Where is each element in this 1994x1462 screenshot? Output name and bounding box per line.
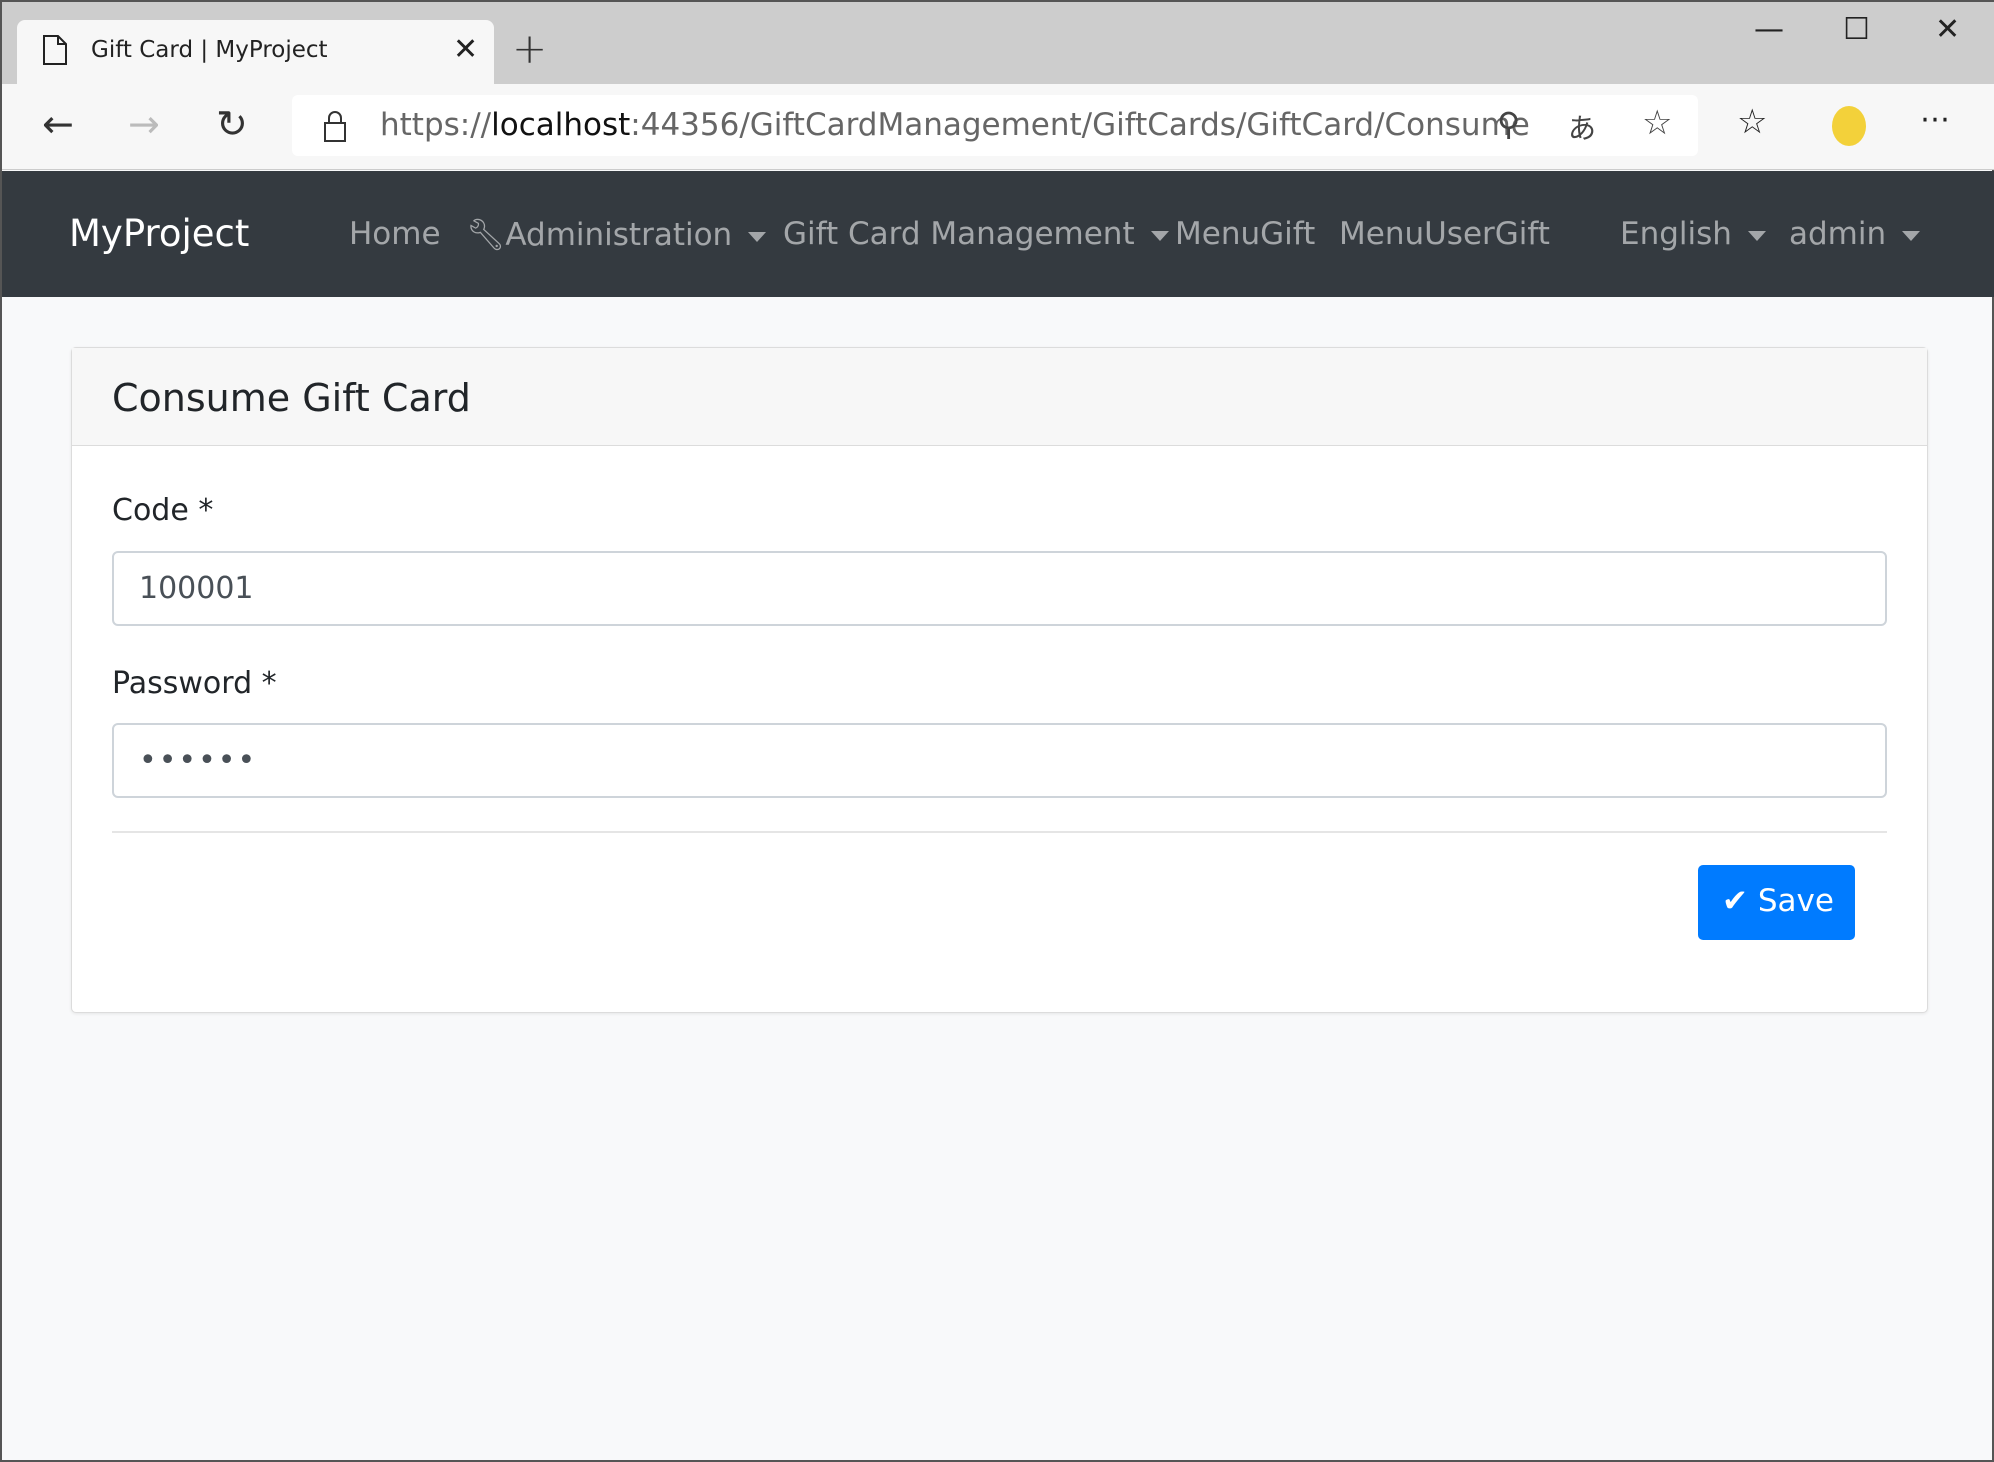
code-input[interactable]: 100001 xyxy=(112,551,1887,626)
more-icon[interactable]: ⋯ xyxy=(1920,102,1950,137)
nav-gift-card-management[interactable]: Gift Card Management xyxy=(783,216,1169,252)
address-bar[interactable]: https://localhost:44356/GiftCardManageme… xyxy=(292,95,1698,156)
user-dropdown[interactable]: admin xyxy=(1789,216,1921,252)
card-header: Consume Gift Card xyxy=(72,348,1927,446)
caret-down-icon xyxy=(1747,230,1766,241)
key-icon[interactable]: ⚲ xyxy=(1497,105,1520,143)
new-tab-button[interactable]: + xyxy=(512,24,547,73)
password-input[interactable]: •••••• xyxy=(112,723,1887,798)
refresh-icon[interactable]: ↻ xyxy=(216,102,248,146)
lock-icon xyxy=(324,111,346,142)
close-window-icon[interactable]: ✕ xyxy=(1935,12,1960,47)
password-label: Password * xyxy=(112,666,277,701)
page-icon xyxy=(43,35,67,65)
nav-menugift[interactable]: MenuGift xyxy=(1175,216,1315,252)
page-title: Consume Gift Card xyxy=(112,376,471,420)
profile-avatar[interactable] xyxy=(1832,106,1866,146)
brand-link[interactable]: MyProject xyxy=(69,212,249,255)
caret-down-icon xyxy=(1150,230,1169,241)
close-tab-icon[interactable]: ✕ xyxy=(453,32,478,67)
url-text: https://localhost:44356/GiftCardManageme… xyxy=(380,107,1530,143)
code-label: Code * xyxy=(112,493,214,528)
tab-title: Gift Card | MyProject xyxy=(91,37,328,63)
minimize-icon[interactable]: — xyxy=(1754,12,1784,47)
consume-card: Consume Gift Card Code * 100001 Password… xyxy=(71,347,1928,1013)
language-dropdown[interactable]: English xyxy=(1620,216,1766,252)
forward-icon[interactable]: → xyxy=(128,102,160,146)
favorites-icon[interactable]: ☆ xyxy=(1737,102,1767,142)
check-icon: ✔ xyxy=(1722,883,1758,919)
browser-tab-bar: Gift Card | MyProject ✕ + — ☐ ✕ xyxy=(2,2,1994,84)
caret-down-icon xyxy=(748,231,767,242)
nav-administration[interactable]: 🔧︎Administration xyxy=(466,216,767,253)
nav-home[interactable]: Home xyxy=(349,216,441,252)
translate-icon[interactable]: あ xyxy=(1568,107,1596,147)
divider xyxy=(112,831,1887,833)
nav-menusergift[interactable]: MenuUserGift xyxy=(1339,216,1550,252)
favorite-star-icon[interactable]: ☆ xyxy=(1642,103,1672,143)
maximize-icon[interactable]: ☐ xyxy=(1843,12,1870,47)
save-button[interactable]: ✔ Save xyxy=(1698,865,1855,940)
browser-tab[interactable]: Gift Card | MyProject ✕ xyxy=(17,20,494,84)
back-icon[interactable]: ← xyxy=(42,102,74,146)
wrench-icon: 🔧︎ xyxy=(466,217,506,253)
caret-down-icon xyxy=(1902,230,1921,241)
